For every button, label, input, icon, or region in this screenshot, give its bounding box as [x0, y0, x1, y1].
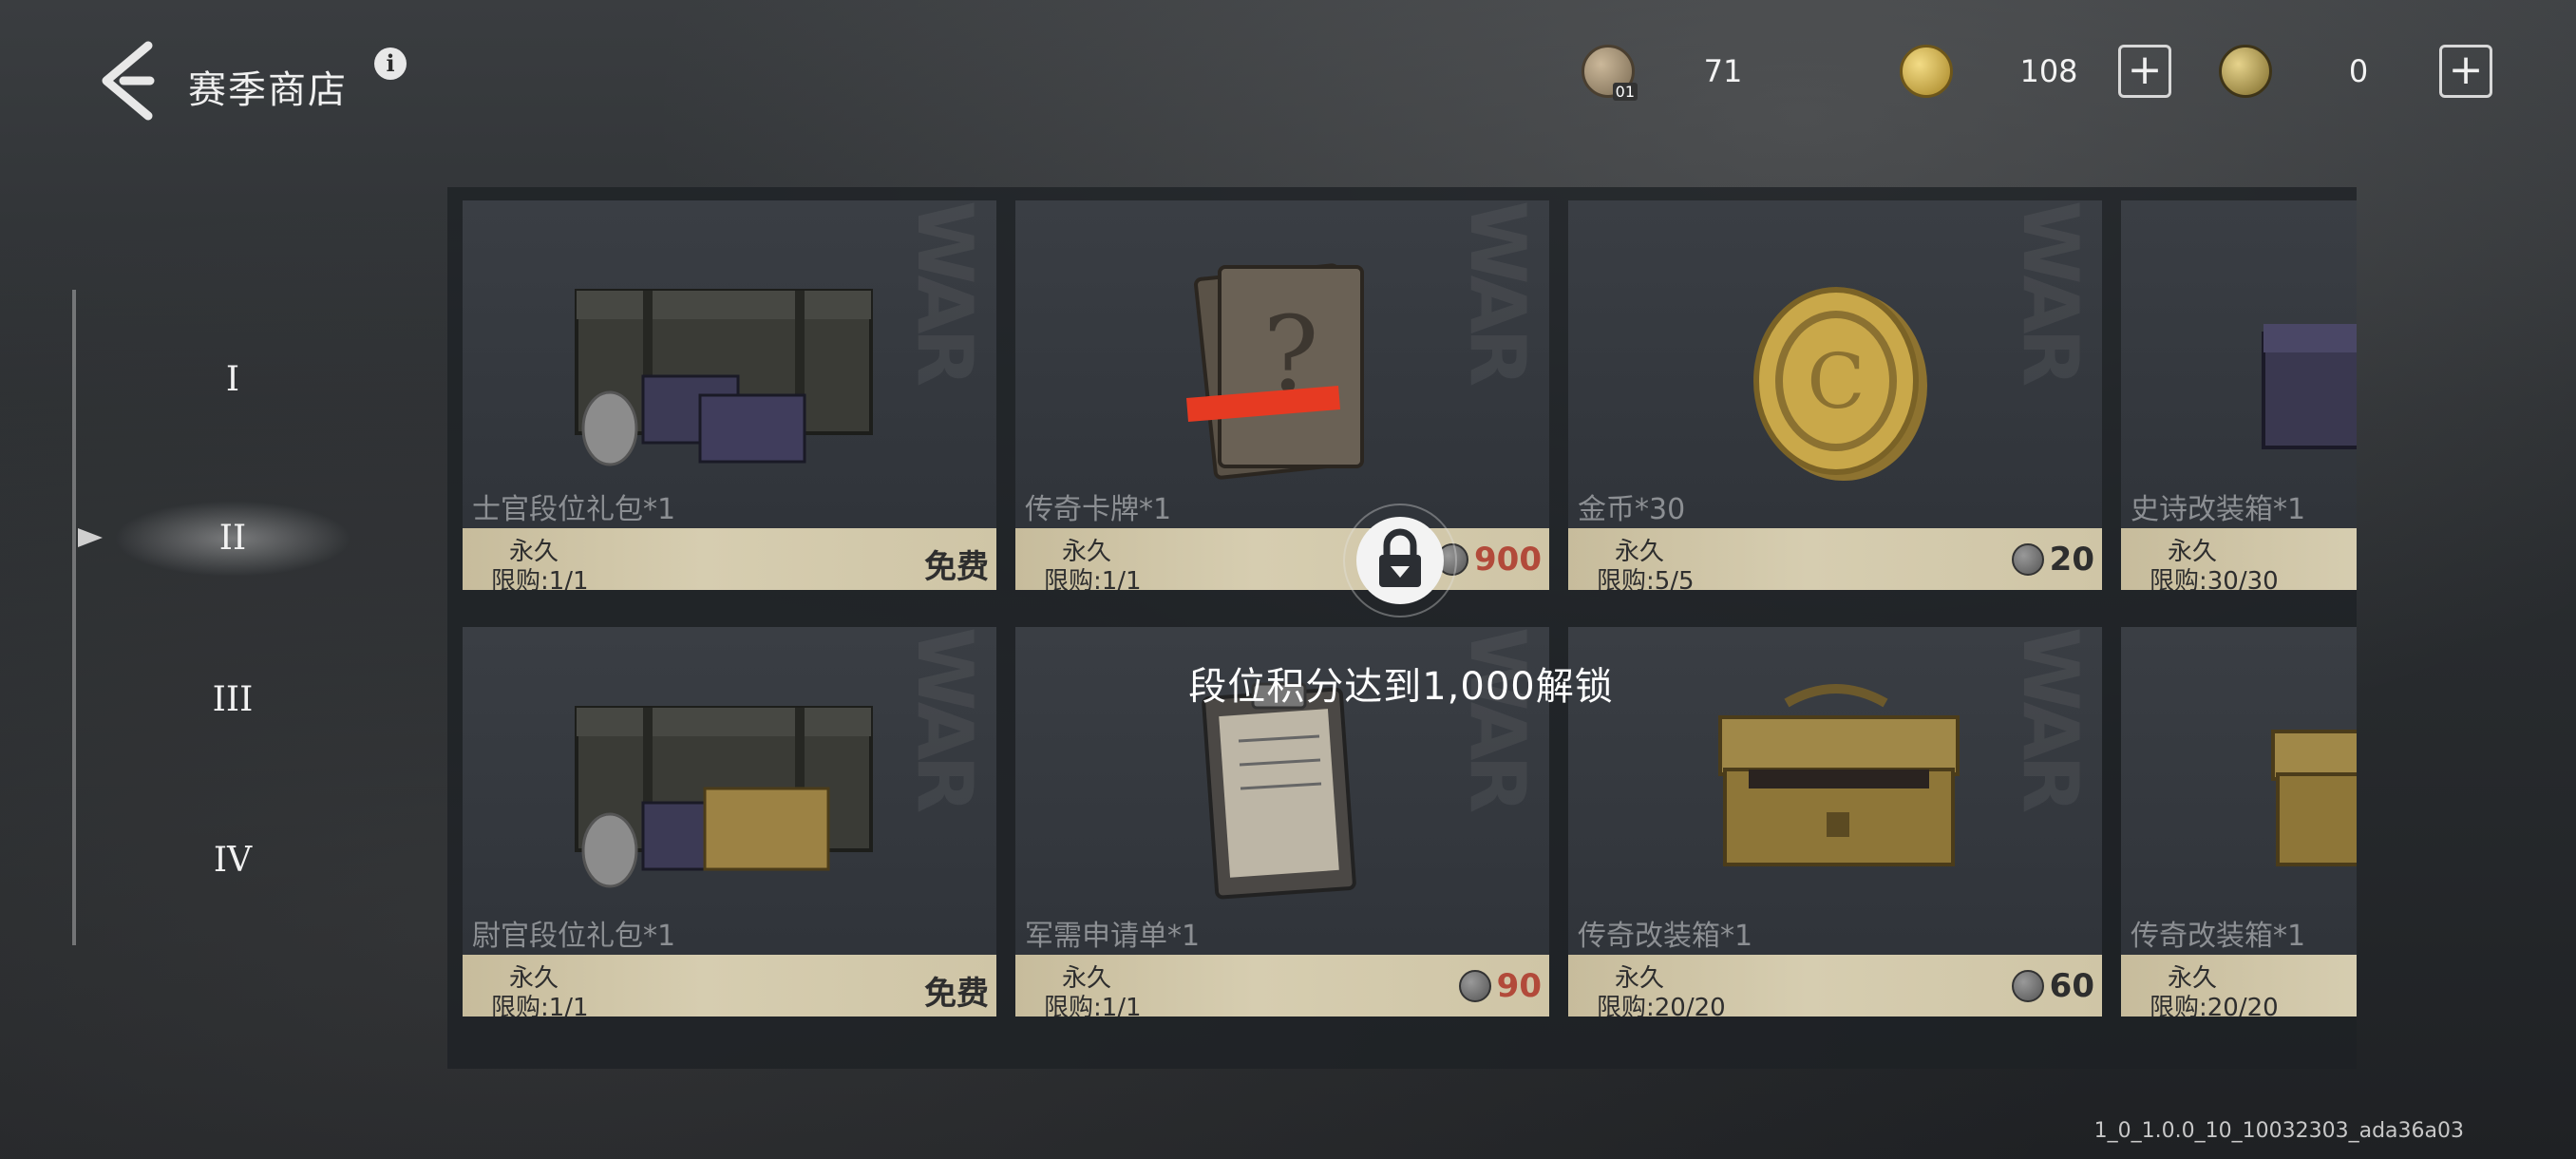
season-token-badge: 01: [1612, 83, 1638, 101]
item-name: 传奇改装箱*1: [2131, 920, 2306, 953]
item-name: 金币*30: [1578, 493, 1686, 526]
item-name: 传奇改装箱*1: [1578, 920, 1753, 953]
currency-premium: 0 +: [2219, 38, 2492, 104]
price-value: 90: [1496, 967, 1542, 1005]
token-price-icon: [2011, 543, 2044, 576]
military-crate-image: [575, 289, 873, 466]
toolbox-image: [2271, 730, 2357, 866]
back-button[interactable]: [91, 38, 167, 124]
price-value: 20: [2049, 541, 2094, 579]
tier-tab-4[interactable]: IV: [114, 823, 351, 899]
unlock-requirement-text: 段位积分达到1,000解锁: [1188, 665, 1614, 709]
build-version: 1_0_1.0.0_10_10032303_ada36a03: [2093, 1119, 2464, 1143]
shop-item-card[interactable]: 史诗改装箱*1 永久 限购:30/30: [2121, 200, 2357, 590]
item-limit: 限购:1/1: [491, 567, 589, 590]
lock-badge: [1343, 504, 1457, 618]
item-limit: 限购:1/1: [491, 994, 589, 1016]
item-name: 士官段位礼包*1: [472, 493, 676, 526]
price-value: 60: [2049, 967, 2094, 1005]
gold-coin-image: C: [1753, 287, 1927, 481]
info-icon[interactable]: i: [374, 48, 407, 80]
lock-icon: [1356, 517, 1444, 604]
item-price[interactable]: 90: [1458, 967, 1542, 1005]
gold-value: 108: [2019, 53, 2078, 89]
shop-grid: WAR 士官段位礼包*1 永久 限购:1/1 免费 WAR ? 传奇卡牌*1 永…: [447, 187, 2357, 1069]
mystery-card-image: ?: [1186, 263, 1364, 480]
premium-coin-icon: [2219, 45, 2272, 98]
currency-season-token: 01 71: [1582, 38, 1775, 104]
back-arrow-icon: [102, 41, 155, 121]
svg-text:C: C: [1807, 337, 1865, 426]
item-limit: 限购:5/5: [1597, 567, 1695, 590]
gold-coin-icon: [1900, 45, 1953, 98]
item-price[interactable]: 免费: [924, 541, 989, 587]
shop-item-card[interactable]: 传奇改装箱*1 永久 限购:20/20: [2121, 627, 2357, 1016]
currency-gold: 108 +: [1900, 38, 2171, 104]
item-limit: 限购:1/1: [1044, 567, 1142, 590]
top-bar: 赛季商店 i 01 71 108 + 0 +: [0, 0, 2576, 142]
shop-item-card[interactable]: WAR 尉官段位礼包*1 永久 限购:1/1 免费: [463, 627, 996, 1016]
item-limit: 限购:20/20: [2150, 994, 2279, 1016]
item-limit: 限购:30/30: [2150, 567, 2279, 590]
tier-rail: [72, 290, 76, 945]
add-premium-button[interactable]: +: [2439, 45, 2492, 98]
price-value: 免费: [924, 548, 989, 586]
tier-tab-1[interactable]: I: [114, 342, 351, 418]
token-price-icon: [1458, 970, 1491, 1002]
item-price[interactable]: 免费: [924, 967, 989, 1014]
season-token-icon: 01: [1582, 45, 1638, 101]
tier-tab-3[interactable]: III: [114, 662, 351, 738]
tier-tab-2[interactable]: II: [114, 501, 351, 577]
military-crate-gold-image: [575, 706, 873, 888]
item-price[interactable]: 20: [2011, 541, 2094, 579]
premium-value: 0: [2348, 53, 2369, 89]
add-gold-button[interactable]: +: [2118, 45, 2171, 98]
purple-case-image: [2262, 324, 2357, 449]
item-price[interactable]: 60: [2011, 967, 2094, 1005]
token-price-icon: [2011, 970, 2044, 1002]
item-limit: 限购:20/20: [1597, 994, 1726, 1016]
shop-item-card[interactable]: WAR ? 传奇卡牌*1 永久 限购:1/1 900: [1015, 200, 1549, 590]
item-name: 传奇卡牌*1: [1025, 493, 1172, 526]
item-name: 史诗改装箱*1: [2131, 493, 2306, 526]
tier-marker-icon: [78, 528, 103, 547]
page-title: 赛季商店: [188, 68, 348, 112]
season-token-value: 71: [1703, 53, 1743, 89]
price-value: 900: [1474, 541, 1542, 579]
shop-item-card[interactable]: WAR 士官段位礼包*1 永久 限购:1/1 免费: [463, 200, 996, 590]
price-value: 免费: [924, 975, 989, 1013]
item-limit: 限购:1/1: [1044, 994, 1142, 1016]
shop-item-card[interactable]: WAR C 金币*30 永久 限购:5/5 20: [1568, 200, 2102, 590]
item-name: 尉官段位礼包*1: [472, 920, 676, 953]
item-name: 军需申请单*1: [1025, 920, 1201, 953]
